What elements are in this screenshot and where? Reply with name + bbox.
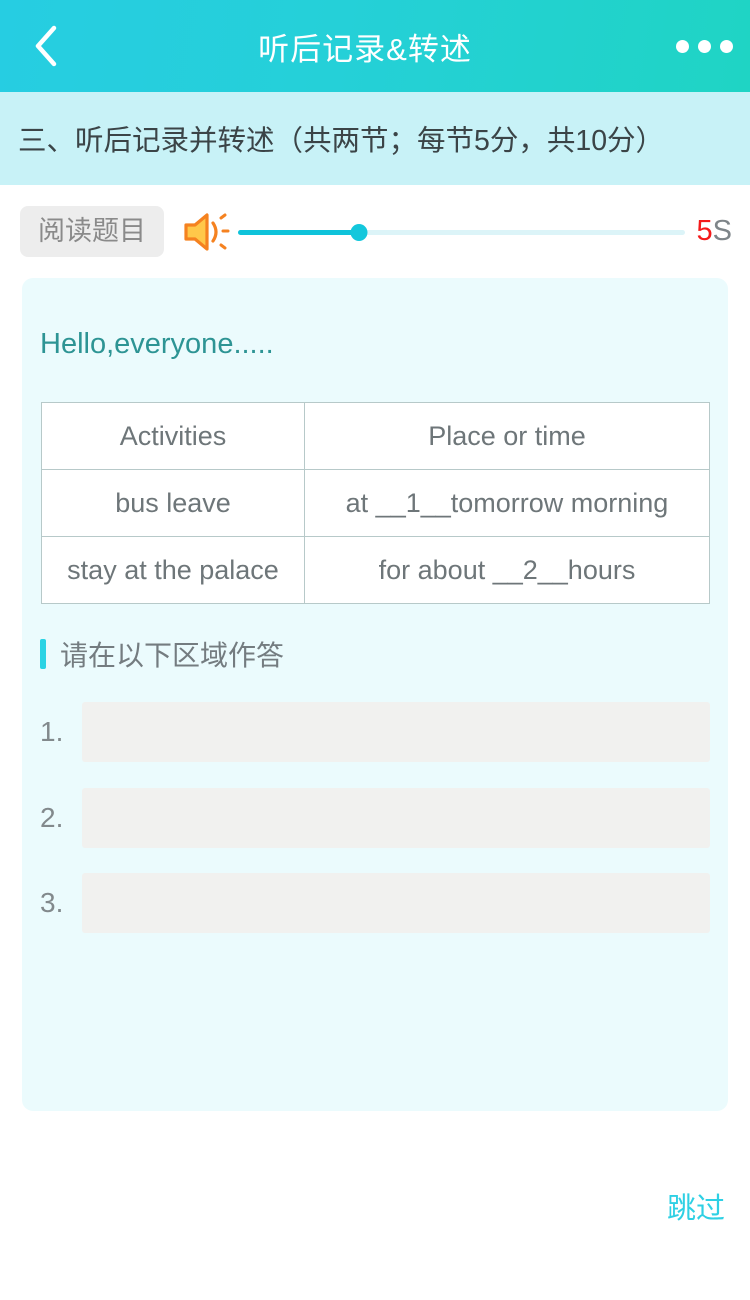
progress-fill xyxy=(238,229,359,235)
chevron-left-icon xyxy=(33,24,59,68)
table-cell: bus leave xyxy=(41,469,305,537)
page-title: 听后记录&转述 xyxy=(258,31,472,67)
table-cell: at __1__tomorrow morning xyxy=(304,469,710,537)
table-cell: stay at the palace xyxy=(41,536,305,604)
read-question-button[interactable]: 阅读题目 xyxy=(20,206,164,257)
time-remaining: 5S xyxy=(697,217,732,246)
screen-root: 听后记录&转述 三、听后记录并转述（共两节；每节5分，共10分） 阅读题目 5S… xyxy=(0,0,750,1300)
progress-thumb[interactable] xyxy=(350,223,368,241)
table-row: bus leave at __1__tomorrow morning xyxy=(41,469,710,537)
passage-greeting: Hello,everyone..... xyxy=(40,328,274,360)
table-header-row: Activities Place or time xyxy=(41,402,710,470)
skip-button[interactable]: 跳过 xyxy=(667,1185,725,1227)
notes-table: Activities Place or time bus leave at __… xyxy=(41,402,710,604)
more-options-button[interactable] xyxy=(658,0,750,92)
answer-row: 1. xyxy=(40,702,710,762)
table-header-cell: Place or time xyxy=(304,402,710,470)
answer-input-2[interactable] xyxy=(82,788,710,848)
answer-input-1[interactable] xyxy=(82,702,710,762)
answer-input-3[interactable] xyxy=(82,873,710,933)
table-cell: for about __2__hours xyxy=(304,536,710,604)
time-remaining-unit: S xyxy=(712,215,732,247)
more-horizontal-icon xyxy=(675,39,733,53)
answer-area-heading-text: 请在以下区域作答 xyxy=(60,640,285,671)
answer-index: 2. xyxy=(40,802,64,833)
audio-player-row: 阅读题目 5S xyxy=(0,185,750,278)
accent-bar-icon xyxy=(40,639,46,669)
answer-row: 2. xyxy=(40,788,710,848)
navigation-bar: 听后记录&转述 xyxy=(0,0,750,92)
section-heading-banner: 三、听后记录并转述（共两节；每节5分，共10分） xyxy=(0,92,750,185)
table-header-cell: Activities xyxy=(41,402,305,470)
section-heading-text: 三、听后记录并转述（共两节；每节5分，共10分） xyxy=(18,125,665,157)
answer-index: 3. xyxy=(40,887,64,918)
table-row: stay at the palace for about __2__hours xyxy=(41,536,710,604)
audio-progress-slider[interactable] xyxy=(238,212,685,252)
answer-area-heading: 请在以下区域作答 xyxy=(40,634,284,674)
answer-row: 3. xyxy=(40,873,710,933)
speaker-volume-icon[interactable] xyxy=(182,210,230,254)
answer-index: 1. xyxy=(40,716,64,747)
time-remaining-value: 5 xyxy=(696,215,713,247)
question-content-card: Hello,everyone..... Activities Place or … xyxy=(22,278,728,1111)
